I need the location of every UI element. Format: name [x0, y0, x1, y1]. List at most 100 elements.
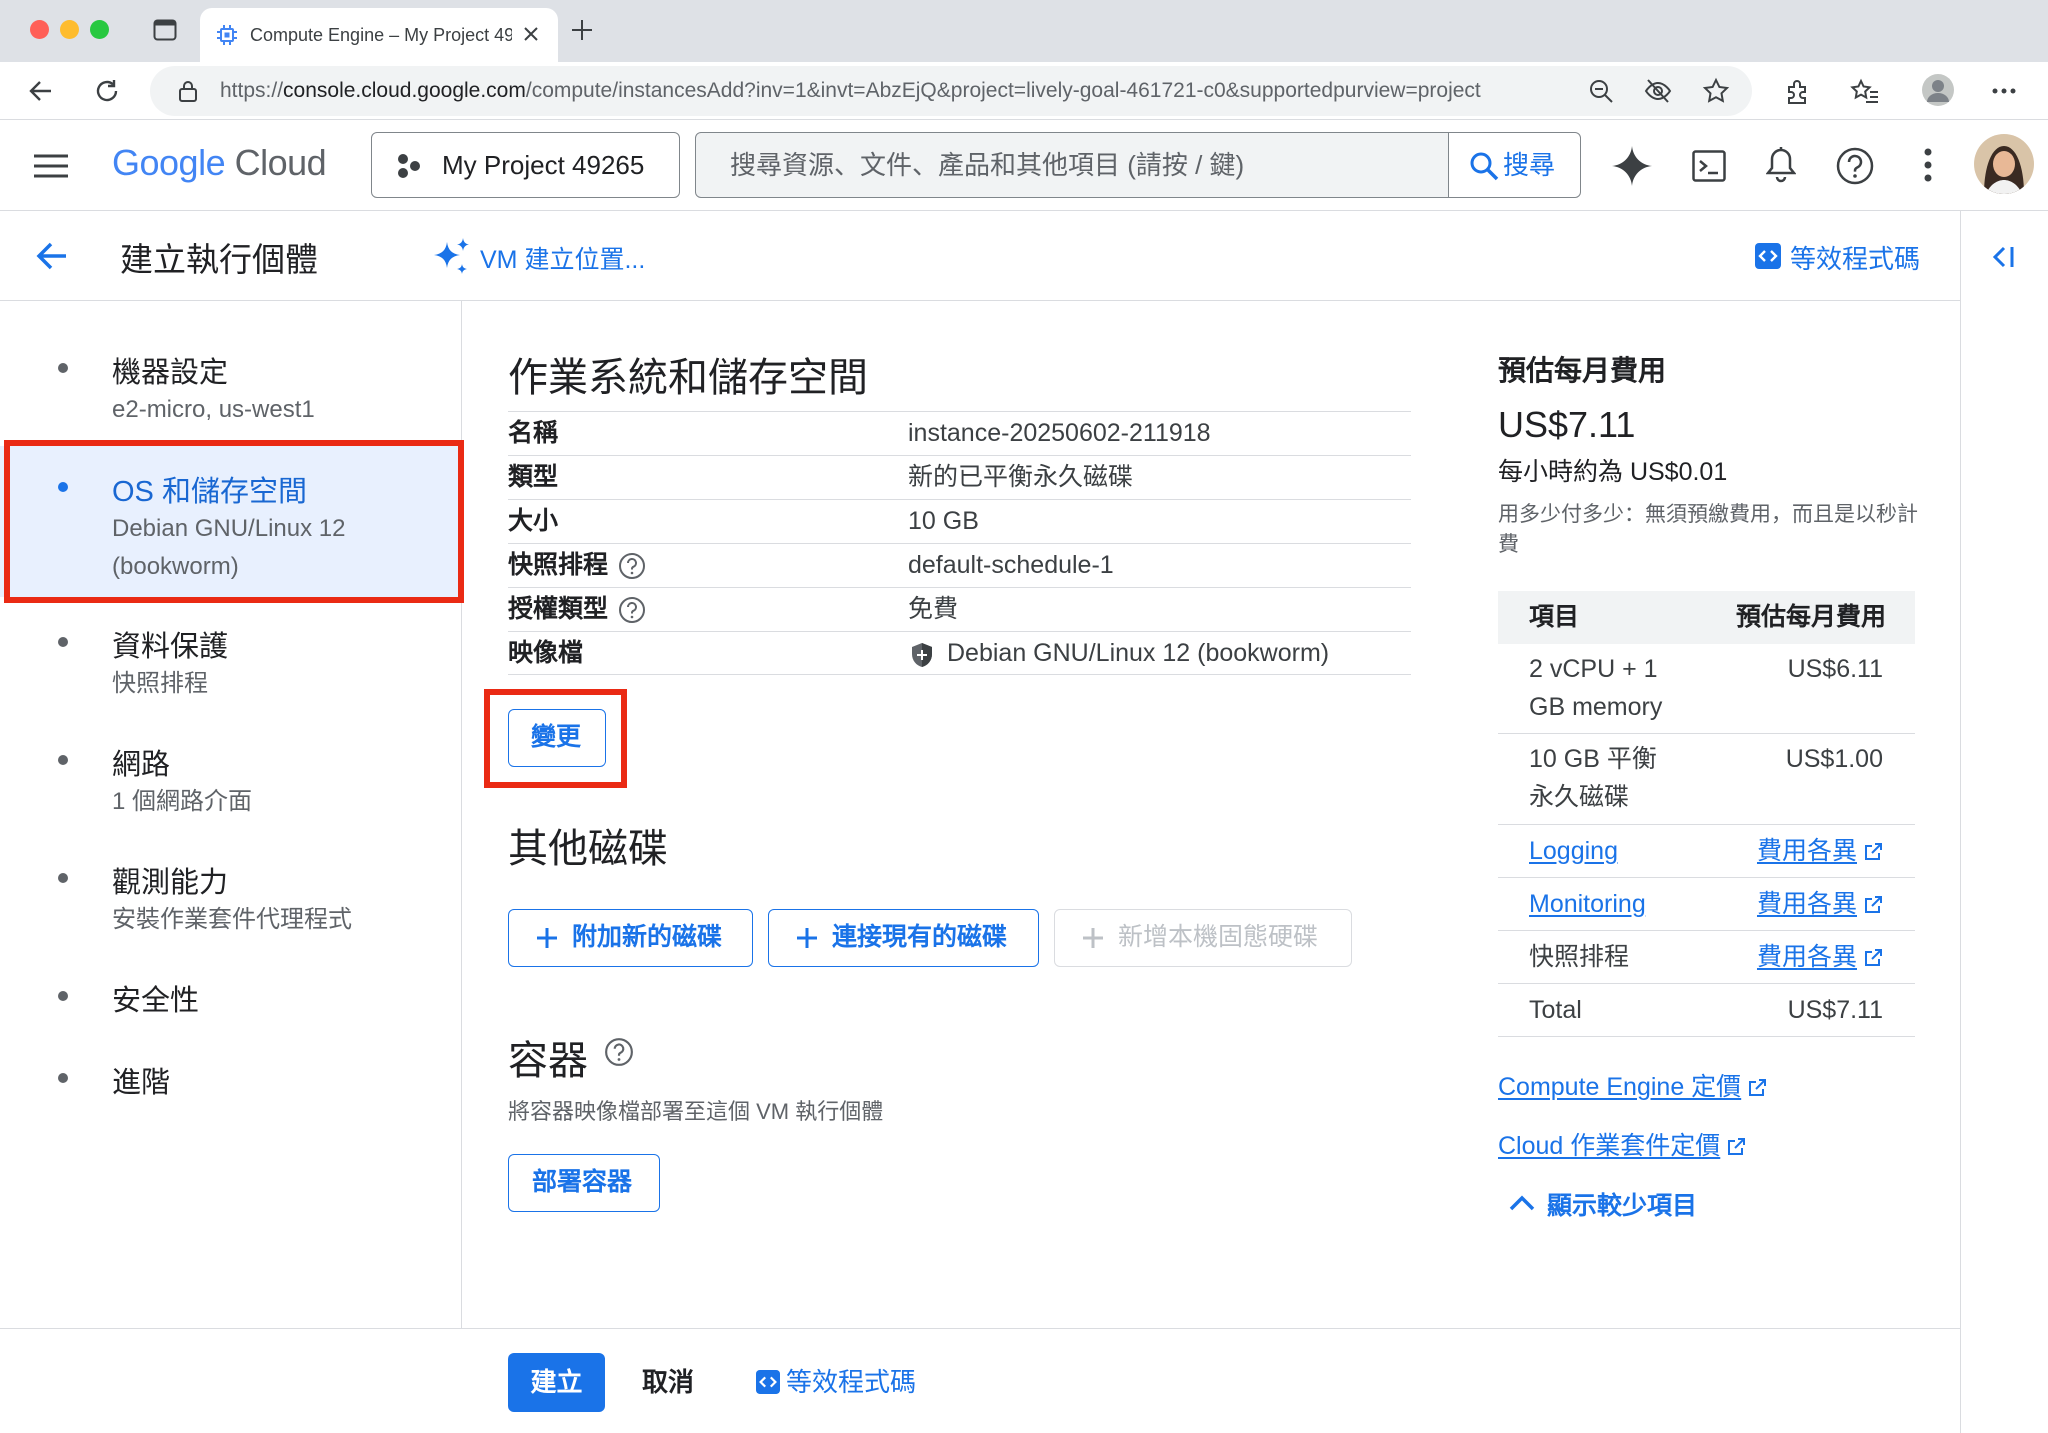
cost-item-line2: 永久磁碟 — [1529, 783, 1630, 811]
show-less-button[interactable]: 顯示較少項目 — [1508, 1186, 1697, 1222]
right-collapsed-panel — [1960, 211, 2048, 1433]
table-row: 名稱 instance-20250602-211918 — [508, 411, 1411, 455]
nav-item-data-protection[interactable]: 資料保護 快照排程 — [0, 611, 462, 711]
nav-item-machine[interactable]: 機器設定 e2-micro, us-west1 — [0, 331, 462, 431]
compute-engine-pricing-link[interactable]: Compute Engine 定價 — [1498, 1067, 1767, 1103]
search-bar[interactable]: 搜尋 — [695, 132, 1581, 198]
deploy-container-button[interactable]: 部署容器 — [508, 1154, 660, 1212]
help-icon[interactable] — [604, 1037, 634, 1067]
table-row: 2 vCPU + 1 GB memory US$6.11 — [1498, 644, 1915, 734]
close-tab-icon[interactable] — [522, 25, 540, 43]
url-bar[interactable]: https://console.cloud.google.com/compute… — [150, 66, 1752, 116]
row-value: instance-20250602-211918 — [908, 419, 1211, 447]
row-key-text: 快照排程 — [508, 551, 609, 579]
row-key: 大小 — [508, 507, 559, 535]
lock-icon[interactable] — [178, 79, 198, 103]
equivalent-code-button[interactable]: 等效程式碼 — [756, 1353, 916, 1412]
cost-varies-link[interactable]: 費用各異 — [1757, 885, 1883, 923]
cloud-shell-terminal-icon[interactable] — [1692, 150, 1726, 182]
header-cost: 預估每月費用 — [1735, 603, 1886, 631]
cost-item-line2: GB memory — [1529, 693, 1663, 721]
vm-location-link[interactable]: VM 建立位置... — [480, 240, 645, 276]
url-scheme: https:// — [220, 79, 284, 102]
more-vert-icon[interactable] — [1924, 148, 1932, 182]
zoom-icon[interactable] — [1588, 78, 1614, 104]
gemini-sparkle-icon[interactable] — [1612, 146, 1652, 186]
add-local-ssd-button[interactable]: 新增本機固態硬碟 — [1054, 909, 1352, 967]
cost-varies-link[interactable]: 費用各異 — [1757, 938, 1883, 976]
table-row-total: Total US$7.11 — [1498, 984, 1915, 1037]
help-icon[interactable] — [618, 552, 646, 580]
table-row: Logging 費用各異 — [1498, 825, 1915, 878]
favorite-star-icon[interactable] — [1702, 77, 1730, 105]
row-value: default-schedule-1 — [908, 551, 1114, 579]
nav-item-title: 資料保護 — [112, 631, 229, 663]
project-name: My Project 49265 — [442, 150, 645, 180]
cost-varies-link[interactable]: 費用各異 — [1757, 832, 1883, 870]
total-value: US$7.11 — [1787, 996, 1883, 1024]
close-window-button[interactable] — [30, 20, 49, 39]
favorites-icon[interactable] — [1850, 78, 1880, 106]
search-button-label: 搜尋 — [1503, 150, 1556, 180]
nav-item-title: 網路 — [112, 749, 171, 781]
project-picker-button[interactable]: My Project 49265 — [371, 132, 680, 198]
new-tab-icon[interactable] — [570, 18, 594, 42]
cost-table-header: 項目 預估每月費用 — [1498, 591, 1915, 644]
notifications-bell-icon[interactable] — [1766, 146, 1796, 184]
nav-item-advanced[interactable]: 進階 — [0, 1047, 462, 1107]
search-input[interactable] — [696, 133, 1448, 197]
row-value: 新的已平衡永久磁碟 — [908, 463, 1134, 491]
highlight-box — [484, 689, 627, 788]
equivalent-code-link[interactable]: 等效程式碼 — [1790, 239, 1920, 276]
back-arrow-icon[interactable] — [28, 78, 54, 104]
deploy-container-label: 部署容器 — [532, 1168, 633, 1196]
hourly-cost: 每小時約為 US$0.01 — [1498, 458, 1728, 486]
plus-icon — [535, 926, 559, 950]
maximize-window-button[interactable] — [90, 20, 109, 39]
monitoring-link[interactable]: Monitoring — [1529, 885, 1646, 923]
table-row: 大小 10 GB — [508, 499, 1411, 543]
minimize-window-button[interactable] — [60, 20, 79, 39]
cost-varies-text: 費用各異 — [1756, 837, 1857, 865]
row-key: 授權類型 — [508, 588, 646, 631]
cost-varies-text: 費用各異 — [1756, 890, 1857, 918]
nav-bullet — [58, 755, 68, 765]
nav-item-observability[interactable]: 觀測能力 安裝作業套件代理程式 — [0, 847, 462, 947]
attach-new-disk-label: 附加新的磁碟 — [572, 923, 723, 951]
url-path: /compute/instancesAdd?inv=1&invt=AbzEjQ&… — [525, 79, 1481, 102]
cancel-button[interactable]: 取消 — [642, 1353, 694, 1412]
nav-item-title: 進階 — [112, 1067, 171, 1099]
table-row: 快照排程 default-schedule-1 — [508, 543, 1411, 587]
search-button[interactable]: 搜尋 — [1448, 133, 1580, 197]
tracking-prevention-eye-icon[interactable] — [1644, 78, 1672, 104]
reload-icon[interactable] — [94, 78, 120, 104]
attach-new-disk-button[interactable]: 附加新的磁碟 — [508, 909, 753, 967]
nav-item-networking[interactable]: 網路 1 個網路介面 — [0, 729, 462, 829]
logging-link[interactable]: Logging — [1529, 832, 1618, 870]
help-icon[interactable] — [1836, 147, 1874, 185]
ops-suite-pricing-link[interactable]: Cloud 作業套件定價 — [1498, 1126, 1746, 1162]
chevron-up-icon — [1508, 1194, 1536, 1212]
help-icon[interactable] — [618, 596, 646, 624]
hamburger-menu-icon[interactable] — [34, 153, 68, 179]
browser-tab-active[interactable]: Compute Engine – My Project 49265 — [200, 8, 558, 62]
plus-icon — [795, 926, 819, 950]
user-avatar[interactable] — [1974, 134, 2034, 194]
page-header: 建立執行個體 VM 建立位置... 等效程式碼 — [0, 211, 1960, 301]
gemini-sparkle-icon — [431, 236, 473, 278]
compute-engine-pricing-text: Compute Engine 定價 — [1498, 1073, 1742, 1101]
expand-panel-icon[interactable] — [1991, 245, 2015, 269]
more-options-icon[interactable] — [1992, 88, 2016, 94]
extensions-puzzle-icon[interactable] — [1784, 78, 1812, 106]
google-cloud-logo[interactable]: Google Cloud — [112, 142, 327, 184]
other-disks-heading: 其他磁碟 — [508, 827, 668, 871]
nav-bullet — [58, 637, 68, 647]
attach-existing-disk-button[interactable]: 連接現有的磁碟 — [768, 909, 1039, 967]
sidebar-toggle-icon[interactable] — [153, 19, 177, 41]
profile-avatar-icon[interactable] — [1922, 74, 1954, 106]
nav-item-security[interactable]: 安全性 — [0, 965, 462, 1025]
row-value: Debian GNU/Linux 12 (bookworm) — [947, 639, 1330, 667]
app-header: Google Cloud My Project 49265 搜尋 — [0, 120, 2048, 211]
create-button[interactable]: 建立 — [508, 1353, 605, 1412]
back-arrow-icon[interactable] — [36, 241, 68, 271]
